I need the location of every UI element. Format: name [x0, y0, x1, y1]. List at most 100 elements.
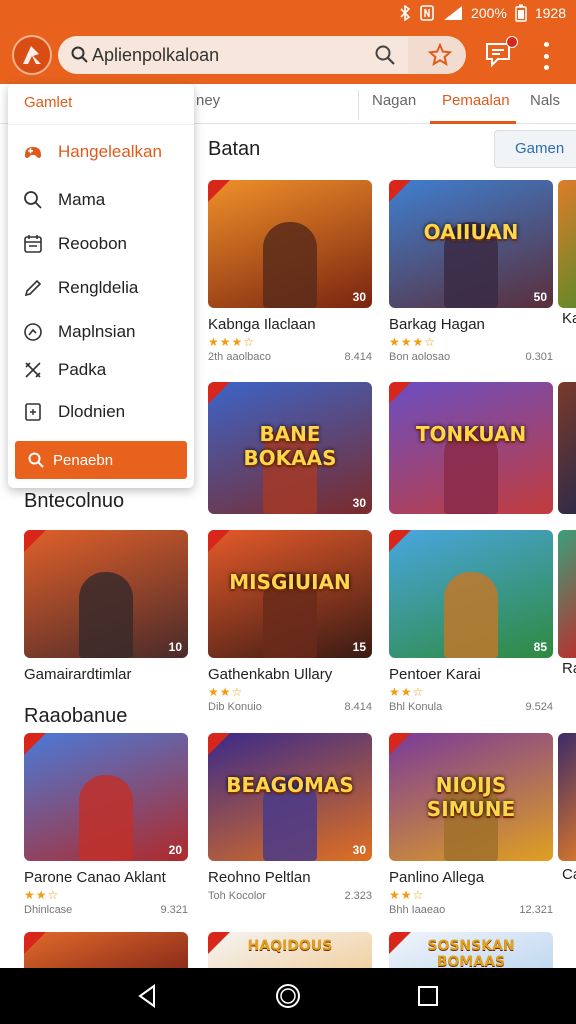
game-thumbnail[interactable]: MISGIUIAN 15 [208, 530, 372, 658]
game-card[interactable] [24, 932, 188, 972]
ribbon-badge [389, 382, 411, 404]
app-logo-icon[interactable] [12, 35, 52, 75]
game-thumbnail[interactable]: OAIIUAN 50 [389, 180, 553, 308]
dropdown-menu: Gamlet Hangelealkan Mama Reoobon Renglde… [8, 84, 194, 488]
menu-header: Gamlet [24, 94, 73, 111]
game-card[interactable]: NIOIJS SIMUNE Panlino Allega ★★☆ Bhh Iaaeao… [389, 733, 553, 916]
menu-item-label: Hangelealkan [58, 142, 162, 161]
partial-card[interactable] [558, 180, 576, 308]
battery-icon [515, 4, 527, 22]
game-card[interactable]: HAQIDOUS [208, 932, 372, 972]
menu-item-label: Dlodnien [58, 402, 126, 421]
back-icon[interactable] [134, 982, 162, 1010]
calendar-icon [24, 235, 42, 253]
menu-item-mama[interactable]: Mama [8, 182, 194, 218]
card-count: 10 [168, 640, 182, 654]
game-logo-art: TONKUAN [415, 422, 527, 446]
size-label: 9.321 [160, 904, 188, 916]
game-card[interactable]: TONKUAN [389, 382, 553, 514]
tab-0[interactable]: ney [196, 84, 220, 124]
card-count: 30 [352, 290, 366, 304]
partial-card-label: Ca [562, 866, 576, 883]
menu-item-label: Reoobon [58, 234, 128, 253]
game-card[interactable]: SOSNSKAN BOMAAS [389, 932, 553, 972]
ribbon-badge [24, 530, 46, 552]
game-logo-art: OAIIUAN [423, 220, 519, 244]
partial-card[interactable] [558, 530, 576, 658]
game-title: Pentoer Karai [389, 666, 481, 683]
card-count: 20 [168, 843, 182, 857]
menu-item-dlodnien[interactable]: Dlodnien [8, 394, 194, 430]
game-thumbnail[interactable]: BEAGOMAS 30 [208, 733, 372, 861]
game-card[interactable]: 20 Parone Canao Aklant ★★☆ Dhinlcase 9.321 [24, 733, 188, 916]
card-count: 85 [533, 640, 547, 654]
size-label: 8.414 [344, 701, 372, 713]
ribbon-badge [389, 733, 411, 755]
ribbon-badge [208, 382, 230, 404]
game-thumbnail[interactable]: BANE BOKAAS 30 [208, 382, 372, 514]
search-icon [71, 46, 88, 63]
game-card[interactable]: 30 Kabnga Ilaclaan ★★★☆ 2th aaolbaco 8.414 [208, 180, 372, 363]
menu-item-hangelealkan[interactable]: Hangelealkan [8, 134, 194, 170]
menu-item-rengldelia[interactable]: Rengldelia [8, 270, 194, 306]
rating-stars: ★★☆ [389, 685, 425, 699]
card-count: 50 [533, 290, 547, 304]
game-thumbnail[interactable]: NIOIJS SIMUNE [389, 733, 553, 861]
menu-item-label: Maplnsian [58, 322, 136, 341]
search-bar [58, 36, 466, 74]
game-title: Kabnga Ilaclaan [208, 316, 316, 333]
game-logo-art: MISGIUIAN [229, 570, 351, 594]
game-card[interactable]: OAIIUAN 50 Barkag Hagan ★★★☆ Bon aolosao 0.30… [389, 180, 553, 363]
refresh-icon [24, 323, 42, 341]
partial-card-label: Ra [562, 660, 576, 677]
game-thumbnail[interactable]: TONKUAN [389, 382, 553, 514]
character-art [444, 572, 498, 658]
tab-2[interactable]: Pemaalan [430, 84, 516, 124]
tab-1[interactable]: Nagan [372, 84, 416, 124]
install-count: Toh Kocolor [208, 890, 267, 902]
menu-item-reoobon[interactable]: Reoobon [8, 226, 194, 262]
game-card[interactable]: 10 Gamairardtimlar [24, 530, 188, 687]
signal-icon [444, 6, 463, 20]
game-title: Gathenkabn Ullary [208, 666, 333, 683]
pencil-icon [24, 279, 42, 297]
partial-card[interactable] [558, 733, 576, 861]
more-vertical-icon[interactable] [536, 42, 556, 70]
section-title: Bntecolnuo [24, 490, 125, 512]
star-icon[interactable] [428, 43, 452, 67]
search-input[interactable] [92, 44, 382, 66]
game-thumbnail[interactable]: 30 [208, 180, 372, 308]
game-card[interactable]: MISGIUIAN 15 Gathenkabn Ullary ★★☆ Dib Konui… [208, 530, 372, 713]
game-logo-art: BANE BOKAAS [243, 422, 337, 470]
character-art [79, 572, 133, 658]
search-button[interactable] [374, 44, 396, 66]
home-icon[interactable] [274, 982, 302, 1010]
games-chip[interactable]: Gamen [494, 130, 576, 168]
game-thumbnail[interactable]: 20 [24, 733, 188, 861]
game-card[interactable]: BEAGOMAS 30 Reohno Peltlan Toh Kocolor 2.323 [208, 733, 372, 902]
tab-3[interactable]: Nals [530, 84, 560, 124]
game-card[interactable]: 85 Pentoer Karai ★★☆ Bhl Konula 9.524 [389, 530, 553, 713]
menu-item-maplnsian[interactable]: Maplnsian [8, 314, 194, 350]
rating-stars: ★★☆ [389, 888, 425, 902]
menu-action-label: Penaebn [53, 451, 114, 469]
size-label: 0.301 [525, 351, 553, 363]
menu-search-button[interactable]: Penaebn [15, 441, 187, 479]
app-bar [0, 26, 576, 84]
ribbon-badge [389, 180, 411, 202]
game-card[interactable]: BANE BOKAAS 30 [208, 382, 372, 514]
game-title: Gamairardtimlar [24, 666, 132, 683]
partial-card[interactable] [558, 382, 576, 514]
character-art [79, 775, 133, 861]
recents-icon[interactable] [414, 982, 442, 1010]
game-thumbnail[interactable]: 85 [389, 530, 553, 658]
menu-item-padka[interactable]: Padka [8, 352, 194, 388]
battery-percent: 200% [471, 5, 507, 21]
section-title: Raaobanue [24, 705, 128, 727]
install-count: Dhinlcase [24, 904, 73, 916]
rating-stars: ★★★☆ [208, 335, 256, 349]
game-logo-art: NIOIJS SIMUNE [426, 773, 516, 821]
menu-item-label: Rengldelia [58, 278, 139, 297]
system-nav-bar [0, 968, 576, 1024]
game-thumbnail[interactable]: 10 [24, 530, 188, 658]
